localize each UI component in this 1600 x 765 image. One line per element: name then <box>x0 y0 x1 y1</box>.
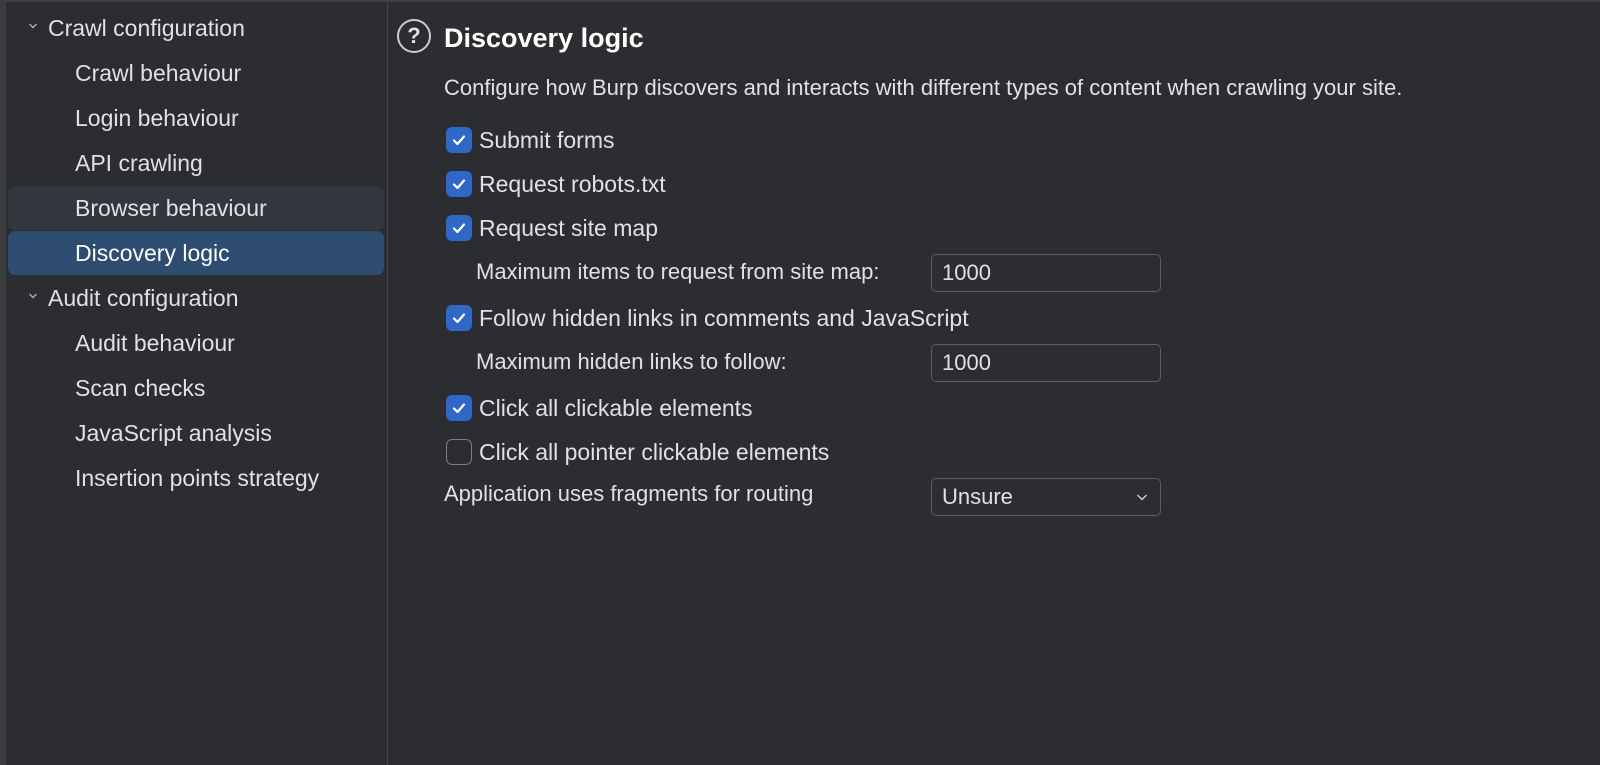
checkmark-icon <box>452 313 466 324</box>
request-site-map-option[interactable]: Request site map <box>446 213 658 243</box>
submit-forms-checkbox[interactable] <box>446 127 472 153</box>
sidebar-item-browser-behaviour[interactable]: Browser behaviour <box>8 186 384 230</box>
max-hidden-links-input[interactable] <box>942 345 1142 380</box>
request-robots-checkbox[interactable] <box>446 171 472 197</box>
sidebar-item-label: Discovery logic <box>75 240 230 266</box>
sidebar-item-label: Audit behaviour <box>75 330 235 356</box>
sidebar-item-label: Scan checks <box>75 375 206 401</box>
sidebar-item-login-behaviour[interactable]: Login behaviour <box>8 96 384 140</box>
sidebar-item-label: API crawling <box>75 150 203 176</box>
sidebar-item-label: Browser behaviour <box>75 195 267 221</box>
sidebar-item-label: Crawl behaviour <box>75 60 242 86</box>
follow-hidden-links-option[interactable]: Follow hidden links in comments and Java… <box>446 303 969 333</box>
tree-group-audit-configuration[interactable]: Audit configuration <box>8 276 384 320</box>
sidebar-item-insertion-points-strategy[interactable]: Insertion points strategy <box>8 456 384 500</box>
max-hidden-links-field[interactable] <box>931 344 1161 382</box>
sidebar-item-label: JavaScript analysis <box>75 420 272 446</box>
tree-group-label: Audit configuration <box>48 285 239 311</box>
click-all-clickable-label: Click all clickable elements <box>479 395 753 421</box>
tree-group-label: Crawl configuration <box>48 15 245 41</box>
fragments-routing-select[interactable]: Unsure <box>931 478 1161 516</box>
sidebar-item-scan-checks[interactable]: Scan checks <box>8 366 384 410</box>
max-site-map-items-input[interactable] <box>942 255 1142 290</box>
settings-sidebar: Crawl configuration Crawl behaviour Logi… <box>6 2 388 765</box>
sidebar-item-label: Login behaviour <box>75 105 239 131</box>
chevron-down-icon[interactable] <box>1136 492 1148 502</box>
sidebar-item-discovery-logic[interactable]: Discovery logic <box>8 231 384 275</box>
request-site-map-checkbox[interactable] <box>446 215 472 241</box>
sidebar-item-label: Insertion points strategy <box>75 465 320 491</box>
sidebar-item-javascript-analysis[interactable]: JavaScript analysis <box>8 411 384 455</box>
sidebar-item-audit-behaviour[interactable]: Audit behaviour <box>8 321 384 365</box>
checkmark-icon <box>452 223 466 234</box>
request-site-map-label: Request site map <box>479 215 658 241</box>
click-all-clickable-checkbox[interactable] <box>446 395 472 421</box>
tree-group-crawl-configuration[interactable]: Crawl configuration <box>8 6 384 50</box>
settings-panel: ? Discovery logic Configure how Burp dis… <box>388 2 1600 765</box>
request-robots-label: Request robots.txt <box>479 171 666 197</box>
follow-hidden-links-checkbox[interactable] <box>446 305 472 331</box>
fragments-routing-label: Application uses fragments for routing <box>444 481 814 506</box>
checkmark-icon <box>452 403 466 414</box>
page-title: Discovery logic <box>444 23 644 53</box>
submit-forms-label: Submit forms <box>479 127 615 153</box>
sidebar-item-api-crawling[interactable]: API crawling <box>8 141 384 185</box>
click-all-pointer-clickable-option[interactable]: Click all pointer clickable elements <box>446 437 829 467</box>
follow-hidden-links-label: Follow hidden links in comments and Java… <box>479 305 969 331</box>
click-all-pointer-clickable-label: Click all pointer clickable elements <box>479 439 830 465</box>
page-description: Configure how Burp discovers and interac… <box>444 75 1403 100</box>
sidebar-item-crawl-behaviour[interactable]: Crawl behaviour <box>8 51 384 95</box>
checkmark-icon <box>452 179 466 190</box>
request-robots-option[interactable]: Request robots.txt <box>446 169 666 199</box>
help-circle-icon[interactable]: ? <box>397 19 431 53</box>
chevron-down-icon[interactable] <box>28 291 38 301</box>
checkmark-icon <box>452 135 466 146</box>
fragments-routing-value: Unsure <box>942 484 1013 509</box>
max-site-map-items-field[interactable] <box>931 254 1161 292</box>
click-all-clickable-option[interactable]: Click all clickable elements <box>446 393 753 423</box>
max-site-map-items-label: Maximum items to request from site map: <box>476 259 880 284</box>
chevron-down-icon[interactable] <box>28 21 38 31</box>
click-all-pointer-clickable-checkbox[interactable] <box>446 439 472 465</box>
max-hidden-links-label: Maximum hidden links to follow: <box>476 349 787 374</box>
submit-forms-option[interactable]: Submit forms <box>446 125 614 155</box>
